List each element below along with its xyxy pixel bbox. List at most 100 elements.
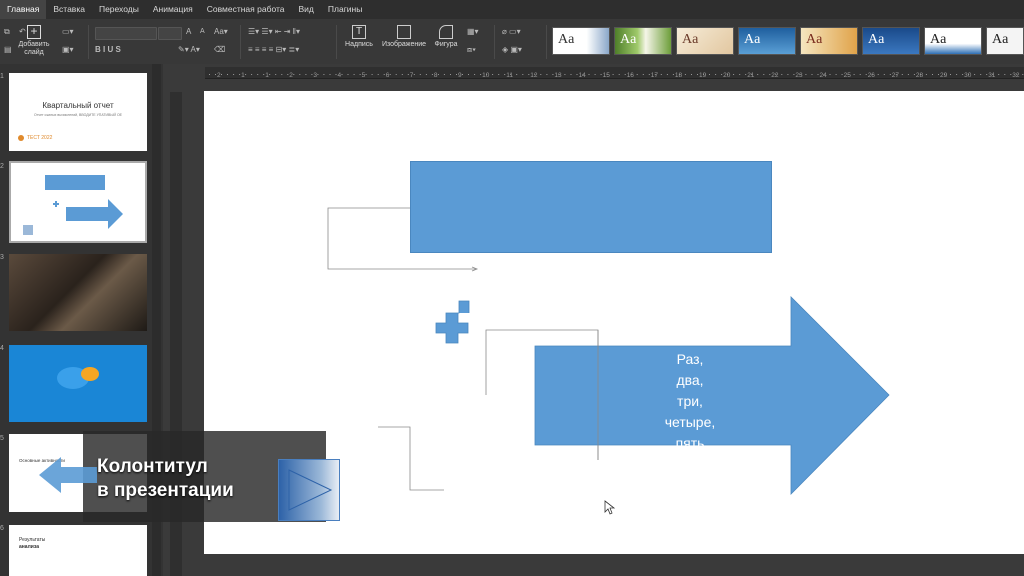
ruler-tick (763, 74, 765, 75)
theme-label: Aa (744, 32, 761, 47)
thumb-shapes (23, 199, 123, 235)
clear-format-icon[interactable]: ⌫ (214, 45, 225, 54)
ruler-tick (1004, 74, 1006, 75)
change-case-icon[interactable]: Aa▾ (214, 27, 228, 36)
theme-thumb-5[interactable]: Aa (800, 27, 858, 55)
ruler-tick (341, 74, 343, 75)
theme-thumb-6[interactable]: Aa (862, 27, 920, 55)
ruler-tick (709, 74, 710, 75)
align-icon[interactable]: ≡ ≡ ≡ ≡ ⊟▾ ≣▾ (248, 45, 299, 54)
highlight-icon[interactable]: ✎▾ A▾ (178, 45, 200, 54)
theme-label: Aa (868, 32, 885, 47)
overlay-caption-text: Колонтитул в презентации (97, 455, 234, 503)
tab-home[interactable]: Главная (0, 0, 47, 19)
ruler-tick (209, 74, 210, 75)
fill-icon[interactable]: ◈ ▣▾ (502, 45, 522, 54)
ruler-tick (932, 74, 933, 75)
tab-plugins[interactable]: Плагины (321, 0, 369, 19)
ruler-tick (251, 74, 253, 75)
ruler-number: 25 (844, 72, 852, 79)
arrow-text-line: три, (677, 393, 703, 409)
tab-transitions[interactable]: Переходы (92, 0, 146, 19)
slide-number: 5 (0, 435, 4, 442)
ruler-tick (365, 74, 367, 75)
ruler-number: 23 (795, 72, 803, 79)
ruler-number: 22 (771, 72, 779, 79)
ruler-tick (1010, 74, 1012, 75)
ruler-tick (678, 74, 680, 75)
ruler-number: 14 (579, 72, 587, 79)
font-size-select[interactable] (158, 27, 182, 40)
ruler-number: 13 (554, 72, 562, 79)
font-decrease-icon[interactable]: A (200, 28, 205, 35)
gradient-square-shape[interactable] (278, 459, 340, 521)
bold-icon[interactable]: B I U S (95, 45, 121, 54)
separator (240, 25, 241, 59)
ruler-number: 29 (940, 72, 948, 79)
ruler-tick (883, 74, 885, 75)
textbox-button[interactable]: T Надпись (343, 25, 375, 49)
table-icon[interactable]: ▦▾ (467, 27, 479, 36)
connector-line-1 (327, 207, 476, 270)
slide-thumbnail-1[interactable]: Квартальный отчет Отчет сжатых вычислени… (9, 73, 147, 151)
theme-thumb-7[interactable]: Aa (924, 27, 982, 55)
ruler-tick (775, 74, 777, 75)
ruler-number: 8 (434, 72, 438, 79)
ruler-tick (215, 74, 216, 75)
ruler-tick (281, 74, 283, 75)
theme-thumb-3[interactable]: Aa (676, 27, 734, 55)
ruler-tick (974, 74, 976, 75)
layout-icon[interactable]: ▭▾ (62, 27, 74, 36)
ruler-tick (654, 74, 656, 75)
ruler-tick (829, 74, 831, 75)
copy-icon[interactable]: ⧉ (4, 27, 10, 37)
font-increase-icon[interactable]: A (186, 27, 191, 36)
image-button[interactable]: Изображение (380, 25, 428, 49)
slide-thumbnail-2-selected[interactable] (9, 161, 147, 243)
ruler-tick (275, 74, 277, 75)
thumb-grad-box (23, 225, 33, 235)
slide-thumbnail-4-photo[interactable] (9, 345, 147, 422)
theme-thumb-8[interactable]: Aa (986, 27, 1024, 55)
theme-thumb-4[interactable]: Aa (738, 27, 796, 55)
reset-icon[interactable]: ▣▾ (62, 45, 74, 54)
ruler-tick (907, 74, 909, 75)
ruler-tick (919, 74, 921, 75)
shape-button[interactable]: Фигура (432, 25, 460, 49)
ruler-tick (787, 74, 789, 75)
eraser-icon[interactable]: ⌀ ▭▾ (502, 27, 521, 36)
bullets-icon[interactable]: ☰▾ ☰▾ ⇤ ⇥ ‖▾ (248, 27, 300, 36)
ruler-number: 3 (313, 72, 317, 79)
ruler-number: 28 (916, 72, 924, 79)
ruler-tick (287, 74, 289, 75)
thumb-orange-shape (81, 367, 99, 381)
add-slide-button[interactable]: + Добавить слайд (16, 25, 52, 57)
slide-number: 2 (0, 163, 4, 170)
ruler-tick (221, 74, 222, 75)
font-family-select[interactable] (95, 27, 157, 40)
theme-thumb-1[interactable]: Aa (552, 27, 610, 55)
theme-thumb-2[interactable]: Aa (614, 27, 672, 55)
arrow-text[interactable]: Раз, два, три, четыре, пять (640, 349, 740, 454)
arrange-icon[interactable]: ⧈▾ (467, 45, 476, 55)
slide-number: 1 (0, 73, 4, 80)
image-icon (397, 25, 411, 39)
add-slide-label-2: слайд (24, 49, 44, 56)
ruler-tick (239, 74, 241, 75)
thumb-arrow-shape (66, 199, 123, 229)
tab-collaboration[interactable]: Совместная работа (200, 0, 292, 19)
slide-thumbnail-6[interactable]: Результаты анализа (9, 525, 147, 576)
ruler-tick (462, 74, 463, 75)
ruler-tick (630, 74, 632, 75)
tab-view[interactable]: Вид (292, 0, 321, 19)
slide-thumbnail-3-photo[interactable] (9, 254, 147, 331)
theme-label: Aa (682, 32, 699, 47)
ruler-number: 11 (506, 72, 513, 79)
ruler-tick (594, 74, 596, 75)
ruler-number: 9 (458, 72, 462, 79)
tab-animation[interactable]: Анимация (146, 0, 200, 19)
tab-insert[interactable]: Вставка (46, 0, 92, 19)
ruler-tick (407, 74, 409, 75)
arrow-text-line: Раз, (676, 351, 704, 367)
paste-icon[interactable]: ▤ (4, 45, 12, 54)
